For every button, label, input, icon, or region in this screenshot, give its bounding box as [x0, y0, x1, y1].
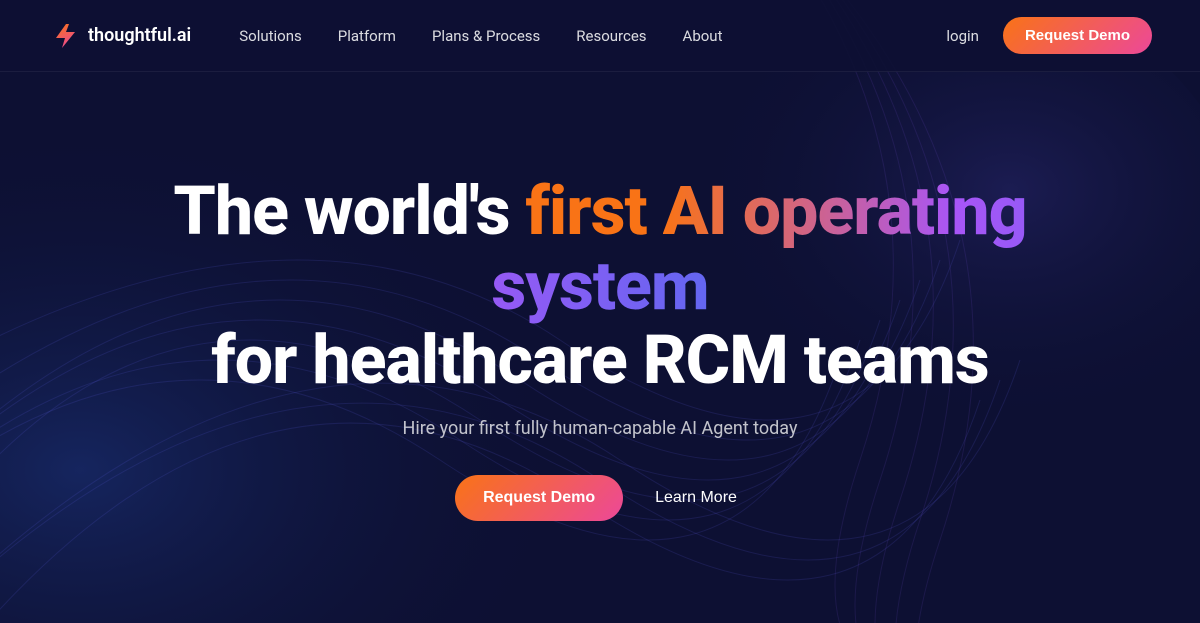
hero-buttons: Request Demo Learn More — [455, 475, 745, 521]
logo-icon — [48, 20, 80, 52]
nav-link-resources[interactable]: Resources — [576, 27, 646, 45]
hero-section: The world's first AI operating system fo… — [0, 72, 1200, 623]
nav-item-platform[interactable]: Platform — [338, 26, 396, 45]
logo-text: thoughtful.ai — [88, 25, 191, 46]
logo[interactable]: thoughtful.ai — [48, 20, 191, 52]
hero-learn-more-button[interactable]: Learn More — [647, 475, 745, 521]
navbar-left: thoughtful.ai Solutions Platform Plans &… — [48, 20, 722, 52]
nav-links: Solutions Platform Plans & Process Resou… — [239, 26, 722, 45]
nav-request-demo-button[interactable]: Request Demo — [1003, 17, 1152, 54]
nav-link-plans[interactable]: Plans & Process — [432, 27, 540, 45]
nav-item-solutions[interactable]: Solutions — [239, 26, 302, 45]
nav-item-plans[interactable]: Plans & Process — [432, 26, 540, 45]
hero-subtitle: Hire your first fully human-capable AI A… — [403, 418, 798, 439]
nav-item-about[interactable]: About — [683, 26, 723, 45]
navbar: thoughtful.ai Solutions Platform Plans &… — [0, 0, 1200, 72]
hero-title-part1: The world's — [173, 171, 525, 251]
nav-item-resources[interactable]: Resources — [576, 26, 646, 45]
hero-title-part2: for healthcare RCM teams — [211, 320, 988, 400]
login-link[interactable]: login — [946, 27, 979, 45]
nav-link-about[interactable]: About — [683, 27, 723, 45]
hero-title-highlight-first: first — [525, 171, 662, 251]
nav-link-platform[interactable]: Platform — [338, 27, 396, 45]
hero-request-demo-button[interactable]: Request Demo — [455, 475, 623, 521]
navbar-right: login Request Demo — [946, 17, 1152, 54]
nav-link-solutions[interactable]: Solutions — [239, 27, 302, 45]
hero-title: The world's first AI operating system fo… — [150, 174, 1050, 398]
